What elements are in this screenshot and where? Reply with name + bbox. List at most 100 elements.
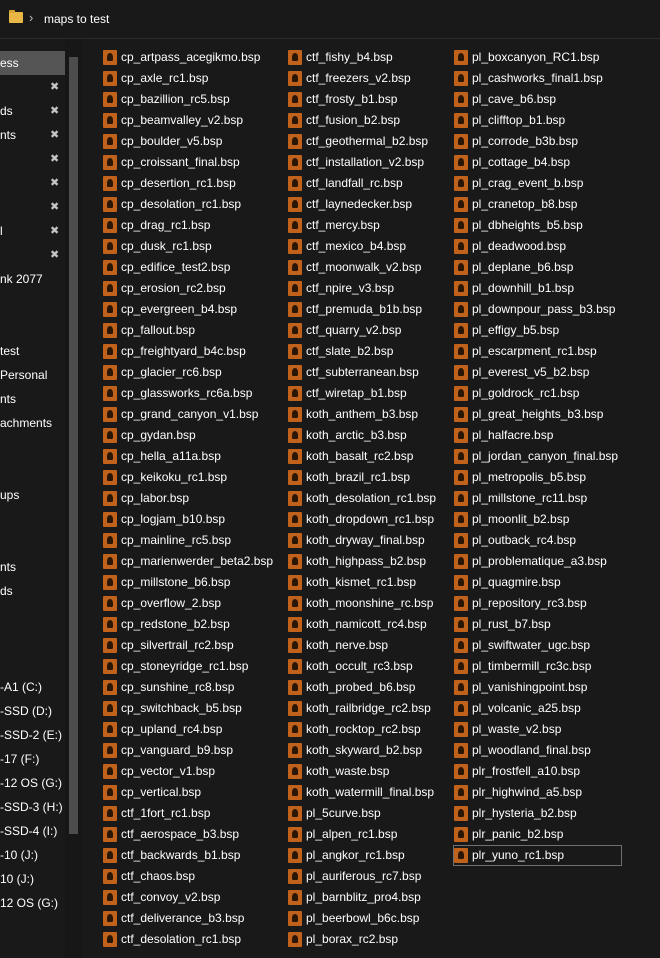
file-item[interactable]: cp_evergreen_b4.bsp	[102, 299, 270, 320]
file-item[interactable]: cp_bazillion_rc5.bsp	[102, 89, 270, 110]
nav-item[interactable]: -SSD-4 (I:)	[0, 819, 65, 843]
file-item[interactable]: koth_kismet_rc1.bsp	[287, 572, 455, 593]
nav-item[interactable]: ess	[0, 51, 65, 75]
file-item[interactable]: cp_labor.bsp	[102, 488, 270, 509]
nav-item[interactable]: ups	[0, 483, 65, 507]
nav-item[interactable]: ✖	[0, 195, 65, 219]
nav-item[interactable]: -A1 (C:)	[0, 675, 65, 699]
file-item[interactable]: cp_vector_v1.bsp	[102, 761, 270, 782]
file-item[interactable]: pl_deadwood.bsp	[453, 236, 621, 257]
file-item[interactable]: ctf_wiretap_b1.bsp	[287, 383, 455, 404]
file-item[interactable]: pl_dbheights_b5.bsp	[453, 215, 621, 236]
file-item[interactable]: ctf_fishy_b4.bsp	[287, 47, 455, 68]
nav-item[interactable]: ✖	[0, 171, 65, 195]
file-item[interactable]: cp_glacier_rc6.bsp	[102, 362, 270, 383]
file-item[interactable]: ctf_aerospace_b3.bsp	[102, 824, 270, 845]
file-item[interactable]: ctf_moonwalk_v2.bsp	[287, 257, 455, 278]
file-item[interactable]: ctf_laynedecker.bsp	[287, 194, 455, 215]
file-item[interactable]: cp_hella_a11a.bsp	[102, 446, 270, 467]
file-item[interactable]: pl_goldrock_rc1.bsp	[453, 383, 621, 404]
file-item[interactable]: cp_beamvalley_v2.bsp	[102, 110, 270, 131]
file-item[interactable]: pl_metropolis_b5.bsp	[453, 467, 621, 488]
nav-item[interactable]: l ✖	[0, 219, 65, 243]
file-item[interactable]: ctf_npire_v3.bsp	[287, 278, 455, 299]
nav-scroll-thumb[interactable]	[69, 57, 78, 834]
file-item[interactable]: koth_brazil_rc1.bsp	[287, 467, 455, 488]
file-item[interactable]: koth_arctic_b3.bsp	[287, 425, 455, 446]
file-item[interactable]: ctf_chaos.bsp	[102, 866, 270, 887]
nav-item[interactable]: ds	[0, 579, 65, 603]
file-item[interactable]: cp_desolation_rc1.bsp	[102, 194, 270, 215]
address-path[interactable]: maps to test	[44, 12, 109, 26]
file-item[interactable]: plr_panic_b2.bsp	[453, 824, 621, 845]
file-item[interactable]: koth_railbridge_rc2.bsp	[287, 698, 455, 719]
file-item[interactable]: pl_rust_b7.bsp	[453, 614, 621, 635]
address-bar[interactable]: › maps to test	[0, 0, 660, 39]
file-item[interactable]: cp_desertion_rc1.bsp	[102, 173, 270, 194]
file-item[interactable]: koth_anthem_b3.bsp	[287, 404, 455, 425]
file-item[interactable]: pl_cashworks_final1.bsp	[453, 68, 621, 89]
file-item[interactable]: cp_keikoku_rc1.bsp	[102, 467, 270, 488]
file-item[interactable]: pl_auriferous_rc7.bsp	[287, 866, 455, 887]
nav-item[interactable]: test	[0, 339, 65, 363]
file-item[interactable]: cp_overflow_2.bsp	[102, 593, 270, 614]
file-item[interactable]: pl_outback_rc4.bsp	[453, 530, 621, 551]
file-item[interactable]: koth_nerve.bsp	[287, 635, 455, 656]
file-item[interactable]: cp_marienwerder_beta2.bsp	[102, 551, 273, 572]
file-item[interactable]: pl_waste_v2.bsp	[453, 719, 621, 740]
file-item[interactable]: cp_freightyard_b4c.bsp	[102, 341, 270, 362]
file-item[interactable]: ctf_mexico_b4.bsp	[287, 236, 455, 257]
file-item[interactable]: cp_mainline_rc5.bsp	[102, 530, 270, 551]
file-item[interactable]: pl_halfacre.bsp	[453, 425, 621, 446]
file-item[interactable]: pl_cave_b6.bsp	[453, 89, 621, 110]
file-item[interactable]: cp_stoneyridge_rc1.bsp	[102, 656, 270, 677]
file-item[interactable]: koth_waste.bsp	[287, 761, 455, 782]
file-item[interactable]: koth_dryway_final.bsp	[287, 530, 455, 551]
file-item[interactable]: pl_barnblitz_pro4.bsp	[287, 887, 455, 908]
file-item[interactable]: cp_gydan.bsp	[102, 425, 270, 446]
file-item[interactable]: pl_corrode_b3b.bsp	[453, 131, 621, 152]
file-item[interactable]: plr_hysteria_b2.bsp	[453, 803, 621, 824]
file-item[interactable]: plr_highwind_a5.bsp	[453, 782, 621, 803]
file-item[interactable]: pl_timbermill_rc3c.bsp	[453, 656, 621, 677]
file-item[interactable]: cp_erosion_rc2.bsp	[102, 278, 270, 299]
file-item[interactable]: ctf_desolation_rc1.bsp	[102, 929, 270, 950]
file-item[interactable]: cp_boulder_v5.bsp	[102, 131, 270, 152]
file-item[interactable]: ctf_fusion_b2.bsp	[287, 110, 455, 131]
file-item[interactable]: koth_highpass_b2.bsp	[287, 551, 455, 572]
nav-item[interactable]: ✖	[0, 75, 65, 99]
file-item[interactable]: koth_desolation_rc1.bsp	[287, 488, 455, 509]
file-item[interactable]: pl_5curve.bsp	[287, 803, 455, 824]
file-item[interactable]: pl_problematique_a3.bsp	[453, 551, 621, 572]
file-item[interactable]: koth_namicott_rc4.bsp	[287, 614, 455, 635]
file-item[interactable]: pl_deplane_b6.bsp	[453, 257, 621, 278]
file-item[interactable]: pl_volcanic_a25.bsp	[453, 698, 621, 719]
file-item[interactable]: cp_switchback_b5.bsp	[102, 698, 270, 719]
file-item[interactable]: ctf_convoy_v2.bsp	[102, 887, 270, 908]
file-item[interactable]: ctf_deliverance_b3.bsp	[102, 908, 270, 929]
file-item[interactable]: pl_repository_rc3.bsp	[453, 593, 621, 614]
file-item[interactable]: pl_vanishingpoint.bsp	[453, 677, 621, 698]
file-item[interactable]: pl_escarpment_rc1.bsp	[453, 341, 621, 362]
file-item[interactable]: pl_cranetop_b8.bsp	[453, 194, 621, 215]
file-item[interactable]: ctf_landfall_rc.bsp	[287, 173, 455, 194]
file-item[interactable]: cp_drag_rc1.bsp	[102, 215, 270, 236]
file-item[interactable]: ctf_geothermal_b2.bsp	[287, 131, 455, 152]
file-item[interactable]: koth_dropdown_rc1.bsp	[287, 509, 455, 530]
file-item[interactable]: pl_effigy_b5.bsp	[453, 320, 621, 341]
file-item[interactable]: cp_upland_rc4.bsp	[102, 719, 270, 740]
nav-item[interactable]: 10 (J:)	[0, 867, 65, 891]
file-item[interactable]: koth_probed_b6.bsp	[287, 677, 455, 698]
file-item[interactable]: cp_fallout.bsp	[102, 320, 270, 341]
file-item[interactable]: ctf_premuda_b1b.bsp	[287, 299, 455, 320]
file-item[interactable]: cp_grand_canyon_v1.bsp	[102, 404, 270, 425]
file-item[interactable]: cp_millstone_b6.bsp	[102, 572, 270, 593]
file-item[interactable]: cp_vertical.bsp	[102, 782, 270, 803]
file-item[interactable]: ctf_installation_v2.bsp	[287, 152, 455, 173]
file-item[interactable]: koth_moonshine_rc.bsp	[287, 593, 455, 614]
file-item[interactable]: koth_skyward_b2.bsp	[287, 740, 455, 761]
file-item[interactable]: pl_millstone_rc11.bsp	[453, 488, 621, 509]
file-item[interactable]: ctf_backwards_b1.bsp	[102, 845, 270, 866]
file-item[interactable]: cp_dusk_rc1.bsp	[102, 236, 270, 257]
nav-item[interactable]: -12 OS (G:)	[0, 771, 65, 795]
